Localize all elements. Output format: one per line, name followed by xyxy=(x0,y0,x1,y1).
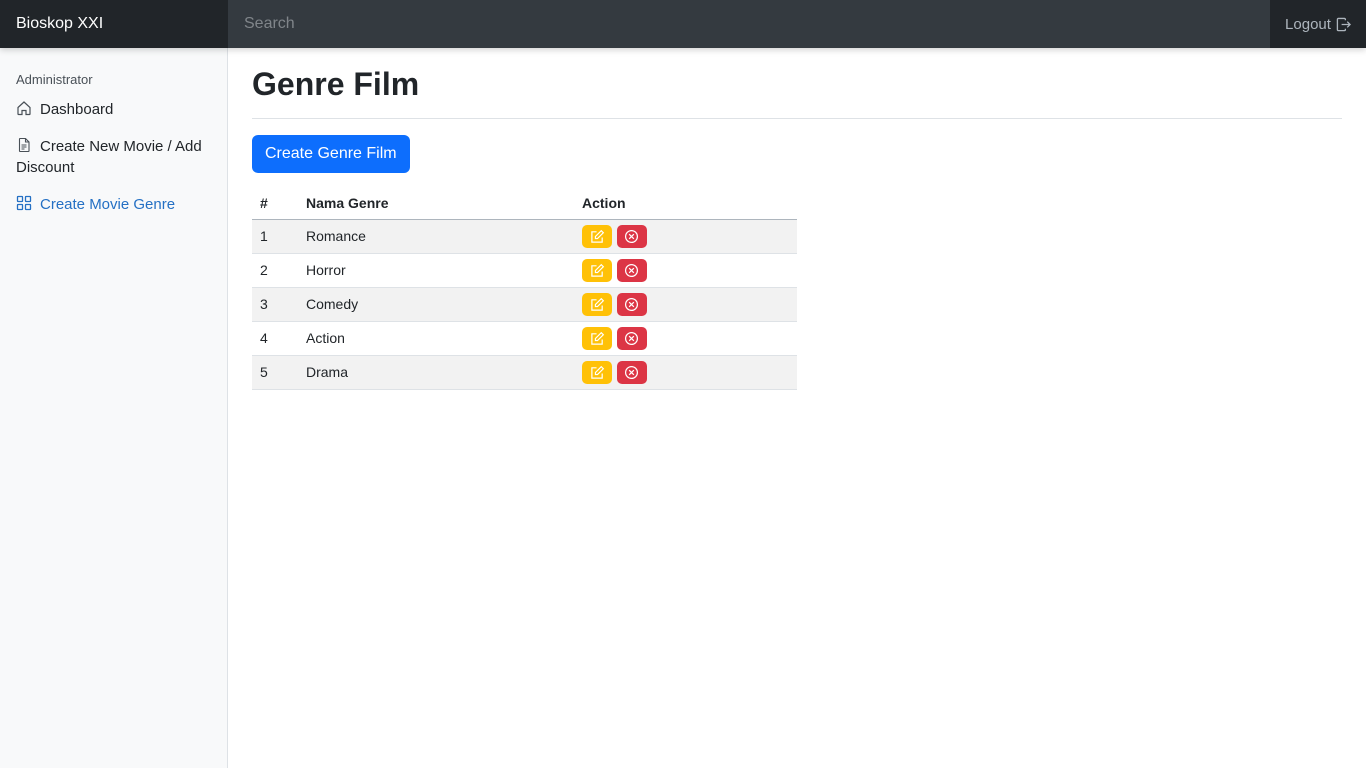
table-row: 3 Comedy xyxy=(252,287,797,322)
close-circle-icon xyxy=(625,331,639,345)
grid-icon xyxy=(16,195,32,211)
row-actions xyxy=(574,253,797,288)
table-row: 4 Action xyxy=(252,321,797,356)
row-number: 4 xyxy=(252,321,298,356)
sidebar-item-dashboard[interactable]: Dashboard xyxy=(16,99,216,120)
brand-logo[interactable]: Bioskop XXI xyxy=(0,0,228,48)
delete-button[interactable] xyxy=(616,360,647,384)
column-header-action: Action xyxy=(574,187,797,220)
close-circle-icon xyxy=(625,365,639,379)
sidebar-item-create-movie[interactable]: Create New Movie / Add Discount xyxy=(16,136,216,178)
delete-button[interactable] xyxy=(616,258,647,282)
file-icon xyxy=(18,137,30,153)
genre-name: Comedy xyxy=(298,287,574,322)
sidebar-item-label: Dashboard xyxy=(40,101,114,118)
column-header-genre-name: Nama Genre xyxy=(298,187,574,220)
edit-button[interactable] xyxy=(582,292,612,316)
create-genre-button[interactable]: Create Genre Film xyxy=(252,135,410,173)
edit-icon xyxy=(590,365,604,379)
logout-label: Logout xyxy=(1285,15,1331,33)
logout-icon xyxy=(1336,17,1351,31)
table-header-row: # Nama Genre Action xyxy=(252,187,797,220)
row-actions xyxy=(574,321,797,356)
search-input[interactable] xyxy=(228,0,1270,48)
sidebar-item-label: Create New Movie / Add Discount xyxy=(16,138,202,176)
table-row: 2 Horror xyxy=(252,253,797,288)
row-number: 2 xyxy=(252,253,298,288)
page-title: Genre Film xyxy=(252,66,420,102)
edit-button[interactable] xyxy=(582,258,612,282)
edit-button[interactable] xyxy=(582,224,612,248)
close-circle-icon xyxy=(625,297,639,311)
row-actions xyxy=(574,355,797,390)
row-number: 5 xyxy=(252,355,298,390)
top-navbar: Bioskop XXI Logout xyxy=(0,0,1366,48)
genre-name: Romance xyxy=(298,219,574,254)
genre-name: Drama xyxy=(298,355,574,390)
delete-button[interactable] xyxy=(616,326,647,350)
table-row: 5 Drama xyxy=(252,355,797,390)
sidebar-heading: Administrator xyxy=(16,72,93,87)
genre-name: Action xyxy=(298,321,574,356)
edit-icon xyxy=(590,331,604,345)
row-actions xyxy=(574,219,797,254)
table-row: 1 Romance xyxy=(252,219,797,254)
genre-name: Horror xyxy=(298,253,574,288)
close-circle-icon xyxy=(625,263,639,277)
edit-button[interactable] xyxy=(582,326,612,350)
genre-table: # Nama Genre Action 1 Romance 2 Horror 3… xyxy=(252,187,797,390)
title-divider xyxy=(252,118,1342,119)
delete-button[interactable] xyxy=(616,292,647,316)
home-icon xyxy=(17,101,31,116)
close-circle-icon xyxy=(625,229,639,243)
row-number: 1 xyxy=(252,219,298,254)
sidebar-item-label: Create Movie Genre xyxy=(40,196,176,213)
edit-icon xyxy=(590,297,604,311)
edit-icon xyxy=(590,263,604,277)
edit-button[interactable] xyxy=(582,360,612,384)
sidebar-item-create-movie-genre[interactable]: Create Movie Genre xyxy=(16,194,216,215)
sidebar: Administrator Dashboard Create New Movie… xyxy=(0,48,228,768)
edit-icon xyxy=(590,229,604,243)
delete-button[interactable] xyxy=(616,224,647,248)
row-number: 3 xyxy=(252,287,298,322)
row-actions xyxy=(574,287,797,322)
column-header-number: # xyxy=(252,187,298,220)
logout-button[interactable]: Logout xyxy=(1270,0,1366,48)
